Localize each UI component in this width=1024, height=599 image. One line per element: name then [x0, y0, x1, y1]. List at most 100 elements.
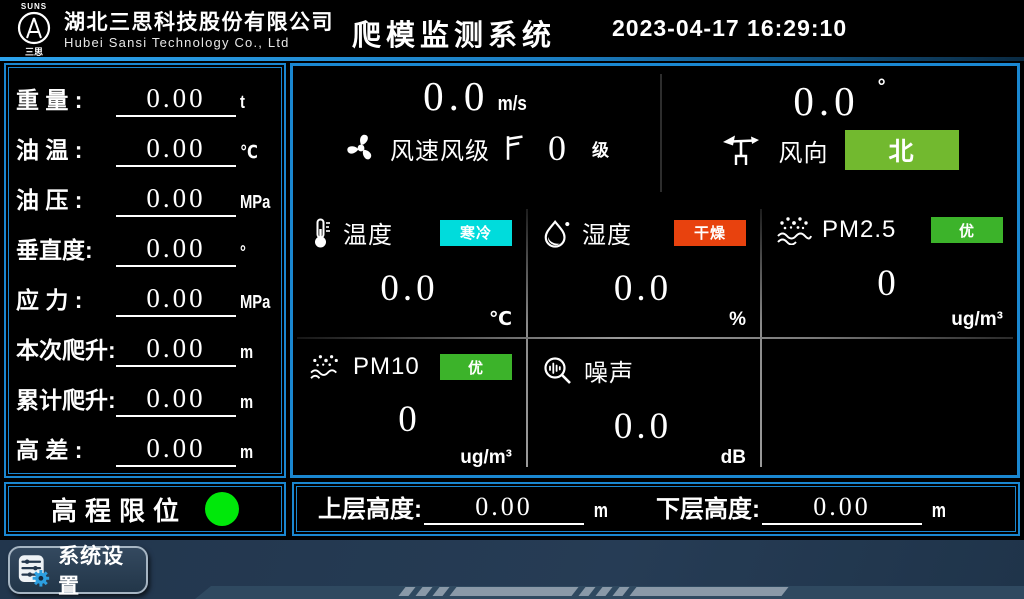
metric-unit: MPa — [240, 192, 268, 221]
metric-value: 0.00 — [116, 84, 236, 117]
wind-level-value: 0 — [548, 127, 566, 169]
wind-direction-reading[interactable]: 北 — [845, 130, 959, 170]
status-badge: 寒冷 — [440, 220, 512, 246]
metric-row-stress: 应 力 : 0.00 MPa — [16, 271, 274, 321]
wind-barb-icon — [502, 133, 528, 163]
metric-label: 重 量 : — [16, 81, 116, 121]
metric-value: 0.00 — [116, 134, 236, 167]
company-logo: SUNS 三思 湖北三思科技股份有限公司 Hubei Sansi Technol… — [10, 2, 334, 58]
sensor-cell-pm25: PM2.5 优 0 ug/m³ — [760, 199, 1017, 337]
wind-speed-unit: m/s — [498, 93, 527, 116]
sensor-unit: ug/m³ — [951, 309, 1003, 331]
status-badge: 优 — [440, 354, 512, 380]
sensor-value: 0.0 — [526, 270, 760, 307]
elevation-limit-box: 高程限位 — [4, 482, 286, 536]
settings-sliders-gear-icon — [17, 552, 50, 588]
metric-value: 0.00 — [116, 434, 236, 467]
metric-unit: ℃ — [240, 142, 268, 171]
metric-unit: m — [240, 342, 268, 371]
header: SUNS 三思 湖北三思科技股份有限公司 Hubei Sansi Technol… — [0, 0, 1024, 57]
metric-unit: m — [240, 392, 268, 421]
sensor-cell-temperature: 温度 寒冷 0.0 ℃ — [293, 199, 526, 337]
upper-height-value: 0.00 — [424, 493, 584, 525]
metric-row-weight: 重 量 : 0.00 t — [16, 71, 274, 121]
metric-value: 0.00 — [116, 384, 236, 417]
metric-row-oil-temp: 油 温 : 0.00 ℃ — [16, 121, 274, 171]
sensor-label: PM2.5 — [822, 216, 896, 244]
wind-speed-label: 风速风级 — [390, 131, 490, 166]
metric-label: 油 压 : — [16, 181, 116, 221]
lower-height-group: 下层高度: 0.00 m — [656, 489, 994, 530]
lower-height-value: 0.00 — [762, 493, 922, 525]
metric-label: 油 温 : — [16, 131, 116, 171]
metrics-panel: 重 量 : 0.00 t 油 温 : 0.00 ℃ 油 压 : 0.00 MPa… — [4, 63, 286, 478]
wind-direction-section: 0.0° 风向 北 — [662, 66, 1017, 199]
lower-height-label: 下层高度: — [656, 489, 760, 530]
metric-unit: m — [240, 442, 268, 471]
logo-suns-text: SUNS — [21, 2, 47, 11]
metric-row-height-diff: 高 差 : 0.00 m — [16, 421, 274, 471]
wind-level-unit: 级 — [592, 136, 609, 161]
sensor-unit: ug/m³ — [460, 447, 512, 469]
sensor-cell-empty — [760, 337, 1017, 475]
noise-meter-icon — [542, 355, 574, 387]
fan-icon — [344, 131, 378, 165]
company-name-en: Hubei Sansi Technology Co., Ltd — [64, 35, 334, 50]
metric-label: 应 力 : — [16, 281, 116, 321]
metric-label: 本次爬升: — [16, 331, 116, 371]
metric-row-verticality: 垂直度: 0.00 ° — [16, 221, 274, 271]
droplet-icon — [542, 217, 572, 249]
metric-value: 0.00 — [116, 284, 236, 317]
metric-value: 0.00 — [116, 234, 236, 267]
wind-vane-icon — [721, 132, 763, 168]
metric-unit: t — [240, 92, 268, 121]
wind-speed-section: 0.0 m/s 风速风级 0 级 — [293, 66, 660, 199]
metric-label: 累计爬升: — [16, 381, 116, 421]
sensor-value: 0 — [293, 401, 526, 438]
sensor-unit: % — [729, 309, 746, 331]
sensor-cell-pm10: PM10 优 0 ug/m³ — [293, 337, 526, 475]
metric-value: 0.00 — [116, 184, 236, 217]
metric-row-total-climb: 累计爬升: 0.00 m — [16, 371, 274, 421]
dust-icon — [776, 215, 812, 245]
bottom-bar — [0, 540, 1024, 599]
sensor-cell-humidity: 湿度 干燥 0.0 % — [526, 199, 760, 337]
settings-button-label: 系统设置 — [58, 540, 139, 599]
metric-row-oil-pressure: 油 压 : 0.00 MPa — [16, 171, 274, 221]
datetime: 2023-04-17 16:29:10 — [612, 15, 847, 42]
upper-height-group: 上层高度: 0.00 m — [318, 489, 656, 530]
dust-icon — [309, 353, 343, 381]
metric-unit: ° — [240, 242, 268, 271]
metric-row-current-climb: 本次爬升: 0.00 m — [16, 321, 274, 371]
sensor-cell-noise: 噪声 0.0 dB — [526, 337, 760, 475]
elevation-limit-indicator — [205, 492, 239, 526]
sensor-label: 温度 — [343, 215, 393, 250]
elevation-limit-label: 高程限位 — [51, 491, 187, 528]
company-name: 湖北三思科技股份有限公司 — [64, 10, 334, 35]
upper-height-unit: m — [594, 500, 608, 530]
sensor-label: 噪声 — [584, 353, 634, 388]
layer-height-box: 上层高度: 0.00 m 下层高度: 0.00 m — [292, 482, 1020, 536]
page-title: 爬模监测系统 — [352, 12, 556, 54]
upper-height-label: 上层高度: — [318, 489, 422, 530]
status-badge: 干燥 — [674, 220, 746, 246]
header-divider — [0, 57, 1024, 61]
sensor-value: 0.0 — [293, 270, 526, 307]
sansi-logo-icon — [17, 11, 51, 45]
sensor-value: 0.0 — [526, 408, 760, 445]
footer-decor-stripes — [402, 587, 785, 596]
settings-button[interactable]: 系统设置 — [8, 546, 148, 594]
sensor-value: 0 — [760, 265, 1017, 302]
wind-speed-value: 0.0 — [423, 73, 489, 119]
sensor-unit: ℃ — [489, 308, 512, 331]
status-badge: 优 — [931, 217, 1003, 243]
wind-direction-label: 风向 — [779, 133, 829, 168]
lower-height-unit: m — [932, 500, 946, 530]
sensor-unit: dB — [721, 447, 746, 469]
environment-panel: 0.0m/s 风速风级 0 级 0.0° — [290, 63, 1020, 478]
sensor-label: PM10 — [353, 353, 420, 381]
thermometer-icon — [309, 217, 333, 249]
metric-unit: MPa — [240, 292, 268, 321]
metric-label: 垂直度: — [16, 231, 116, 271]
metric-value: 0.00 — [116, 334, 236, 367]
